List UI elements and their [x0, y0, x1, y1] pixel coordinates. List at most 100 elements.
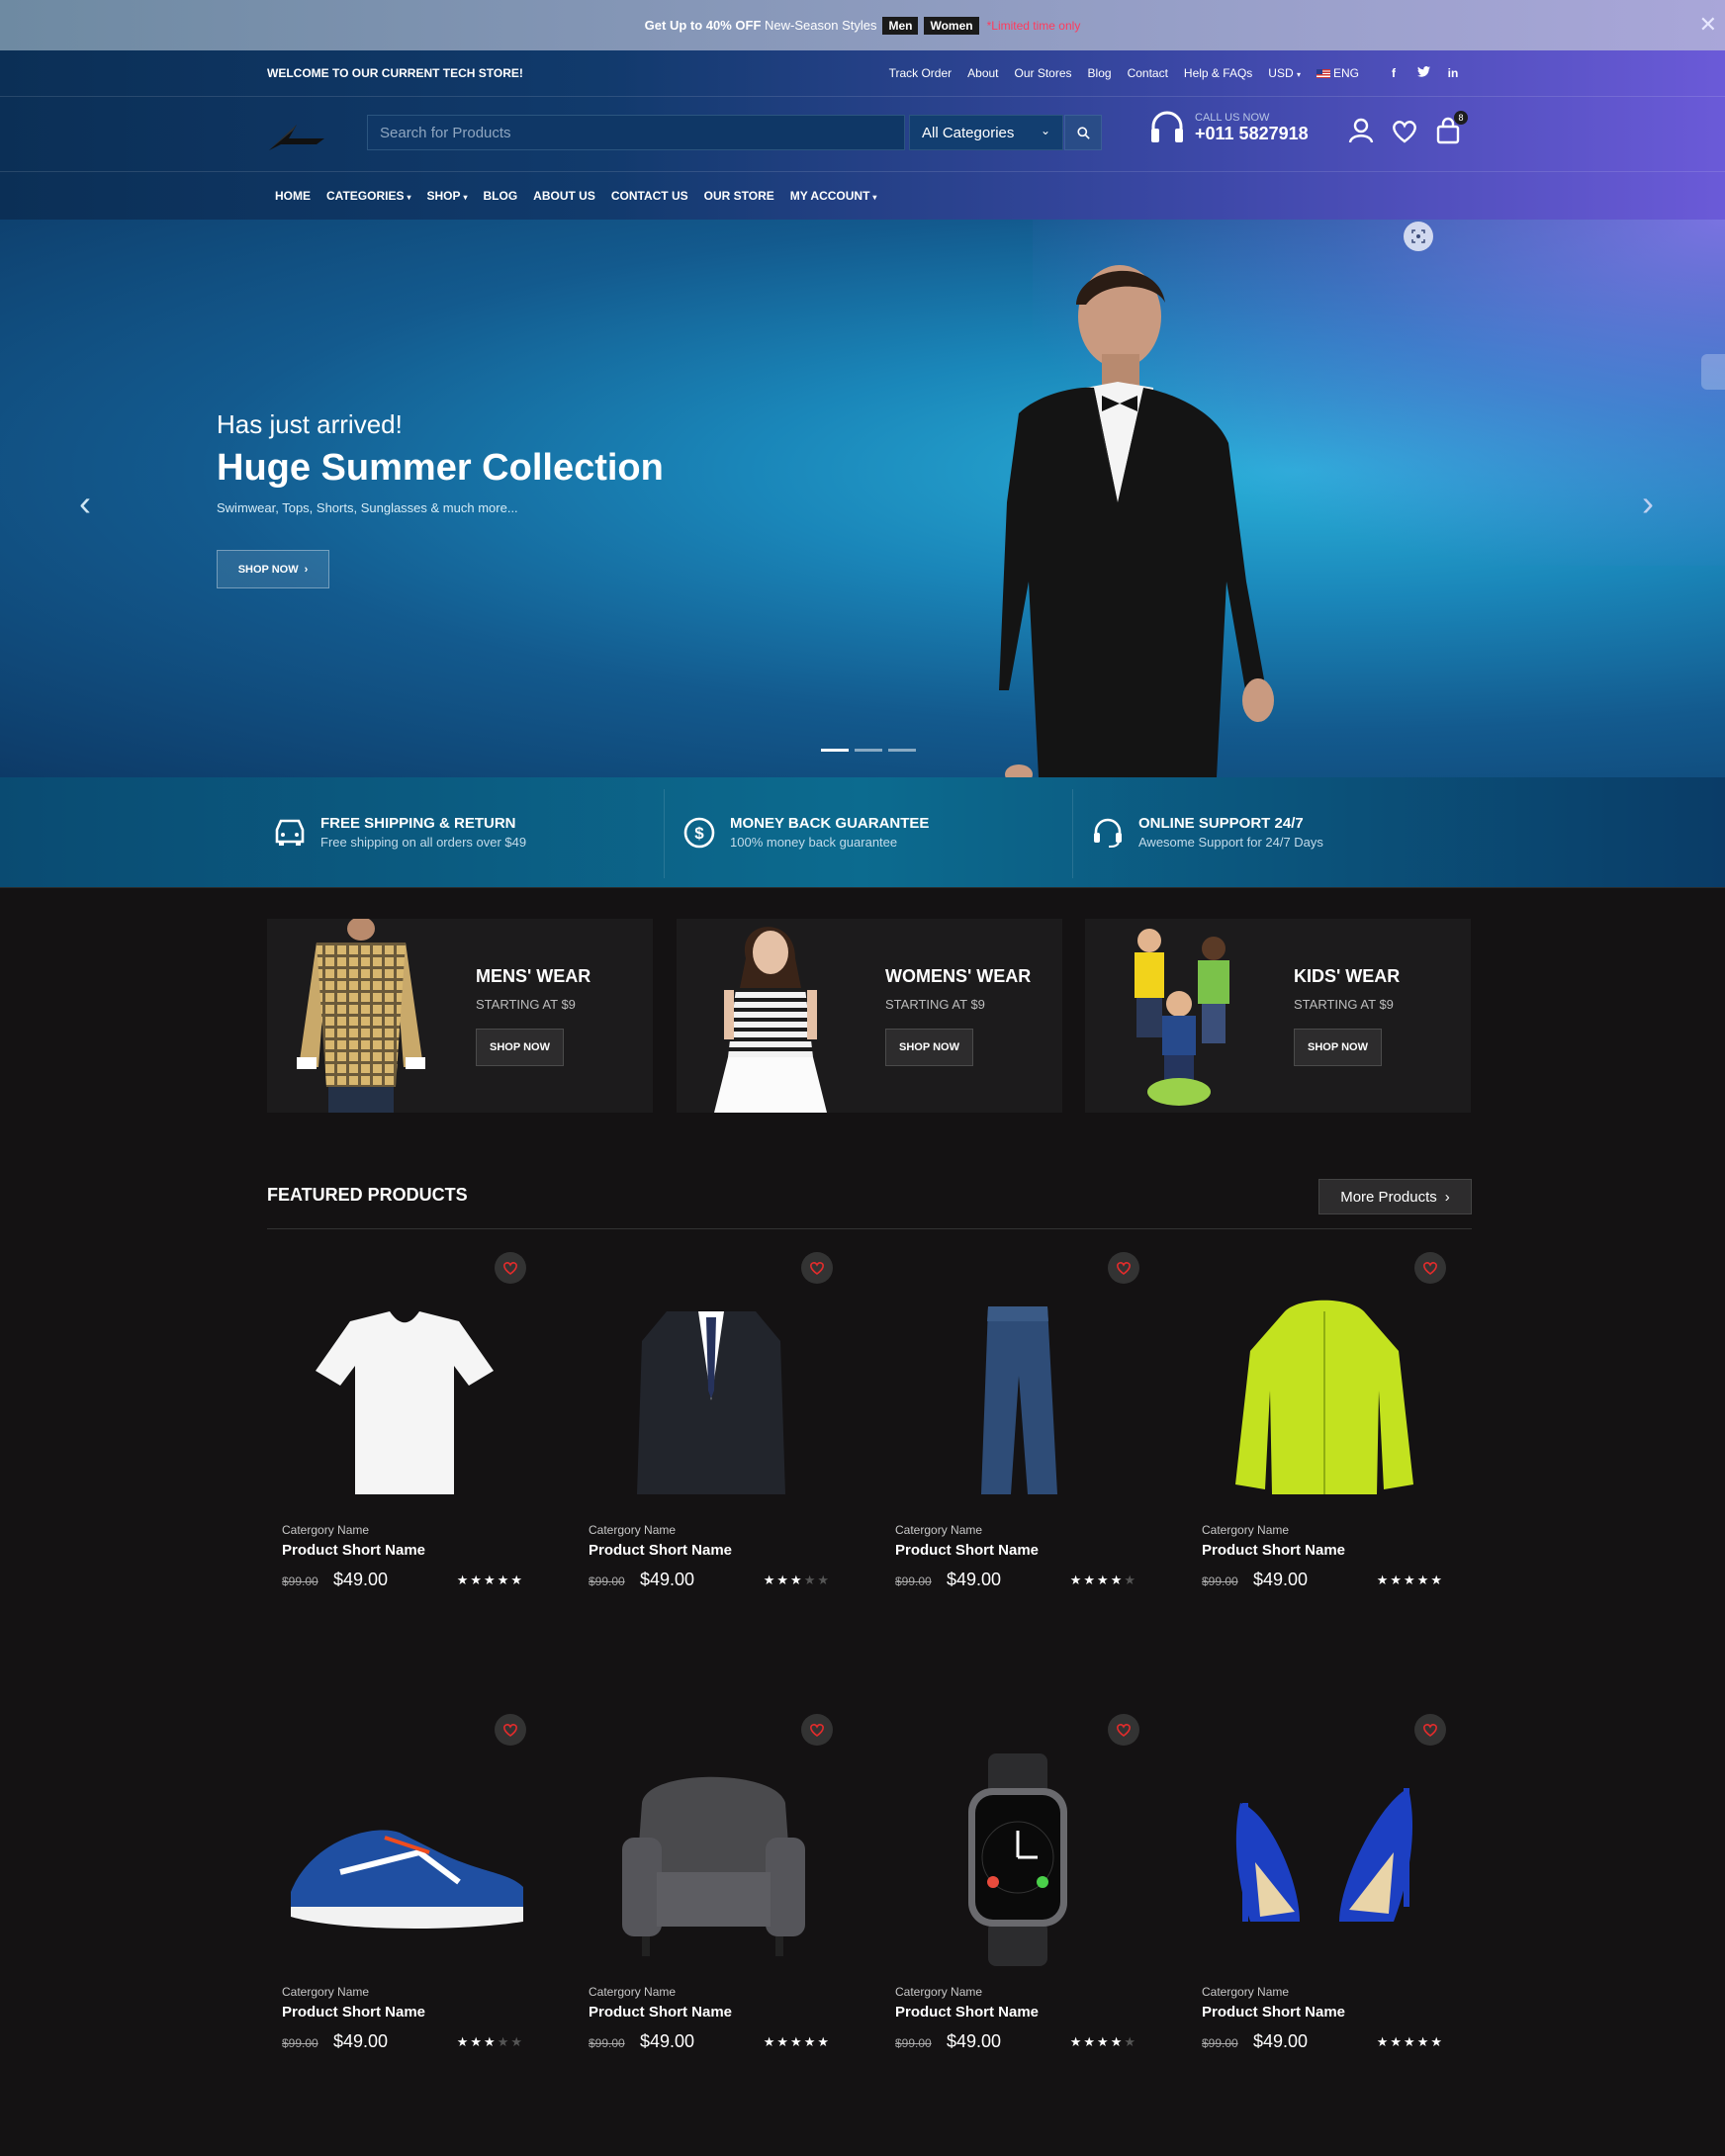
svg-text:$: $ [694, 824, 704, 843]
nav-shop-label: SHOP [426, 189, 461, 203]
add-to-wishlist-icon[interactable] [1108, 1252, 1139, 1284]
product-card[interactable]: Catergory Name Product Short Name $99.00 $4… [880, 1252, 1157, 1618]
slider-dot[interactable] [821, 749, 849, 752]
link-blog[interactable]: Blog [1088, 66, 1112, 80]
call-us[interactable]: CALL US NOW +011 5827918 [1149, 111, 1309, 144]
feature-desc: Awesome Support for 24/7 Days [1138, 835, 1323, 850]
category-shop-now-button[interactable]: SHOP NOW [1294, 1029, 1382, 1066]
category-shop-now-button[interactable]: SHOP NOW [476, 1029, 564, 1066]
slider-next-icon[interactable]: › [1642, 483, 1654, 524]
category-select[interactable]: All Categories ⌄ [909, 115, 1063, 150]
nav-shop[interactable]: SHOP ▾ [426, 189, 467, 203]
star-icon: ★ [790, 1572, 804, 1587]
add-to-wishlist-icon[interactable] [801, 1252, 833, 1284]
product-rating: ★★★★★ [1070, 2034, 1137, 2050]
product-name[interactable]: Product Short Name [282, 1542, 425, 1559]
close-icon[interactable]: ✕ [1699, 12, 1717, 38]
link-track-order[interactable]: Track Order [889, 66, 953, 80]
category-card-kids[interactable]: KIDS' WEAR STARTING AT $9 SHOP NOW [1085, 919, 1471, 1113]
product-card[interactable]: Catergory Name Product Short Name $99.00 $4… [1187, 1252, 1464, 1618]
search-input[interactable] [368, 116, 904, 149]
product-name[interactable]: Product Short Name [589, 2004, 732, 2021]
category-card-womens[interactable]: WOMENS' WEAR STARTING AT $9 SHOP NOW [677, 919, 1062, 1113]
logo-icon[interactable] [267, 115, 326, 154]
product-old-price: $99.00 [895, 1574, 932, 1588]
product-rating: ★★★★★ [1377, 1572, 1444, 1588]
product-card[interactable]: Catergory Name Product Short Name $99.00 $4… [574, 1714, 851, 2080]
category-card-mens[interactable]: MENS' WEAR STARTING AT $9 SHOP NOW [267, 919, 653, 1113]
search-button[interactable] [1064, 115, 1102, 150]
link-about[interactable]: About [967, 66, 998, 80]
linkedin-icon[interactable]: in [1446, 66, 1460, 80]
hero-shop-now-button[interactable]: SHOP NOW › [217, 550, 329, 588]
category-shop-now-button[interactable]: SHOP NOW [885, 1029, 973, 1066]
product-image[interactable] [588, 1282, 835, 1509]
slider-prev-icon[interactable]: ‹ [79, 483, 91, 524]
category-starting: STARTING AT $9 [476, 997, 576, 1012]
add-to-wishlist-icon[interactable] [1108, 1714, 1139, 1746]
top-links: Track Order About Our Stores Blog Contac… [889, 66, 1460, 80]
product-card[interactable]: Catergory Name Product Short Name $99.00 $4… [1187, 1714, 1464, 2080]
product-category: Catergory Name [282, 1985, 370, 1999]
product-image[interactable] [1201, 1282, 1448, 1509]
add-to-wishlist-icon[interactable] [495, 1714, 526, 1746]
more-products-button[interactable]: More Products › [1318, 1179, 1472, 1214]
nav-my-account[interactable]: MY ACCOUNT ▾ [790, 189, 877, 203]
cart-icon[interactable]: 8 [1434, 111, 1468, 144]
product-image[interactable] [894, 1282, 1141, 1509]
add-to-wishlist-icon[interactable] [1414, 1714, 1446, 1746]
product-name[interactable]: Product Short Name [1202, 2004, 1345, 2021]
nav-our-store[interactable]: OUR STORE [704, 189, 774, 203]
language-select[interactable]: ENG [1316, 66, 1359, 80]
facebook-icon[interactable]: f [1387, 66, 1401, 80]
product-card[interactable]: Catergory Name Product Short Name $99.00 $4… [267, 1252, 544, 1618]
link-contact[interactable]: Contact [1128, 66, 1168, 80]
nav-contact-us[interactable]: CONTACT US [611, 189, 688, 203]
slider-dot[interactable] [888, 749, 916, 752]
product-image[interactable] [1201, 1744, 1448, 1971]
men-tag[interactable]: Men [882, 16, 919, 35]
product-image[interactable] [588, 1744, 835, 1971]
link-our-stores[interactable]: Our Stores [1015, 66, 1072, 80]
currency-select[interactable]: USD ▾ [1268, 66, 1301, 80]
product-name[interactable]: Product Short Name [589, 1542, 732, 1559]
product-image[interactable] [281, 1282, 528, 1509]
nav-blog[interactable]: BLOG [484, 189, 518, 203]
add-to-wishlist-icon[interactable] [1414, 1252, 1446, 1284]
star-icon: ★ [1376, 2034, 1391, 2049]
product-card[interactable]: Catergory Name Product Short Name $99.00 $4… [574, 1252, 851, 1618]
more-products-label: More Products [1340, 1188, 1437, 1206]
add-to-wishlist-icon[interactable] [495, 1252, 526, 1284]
product-name[interactable]: Product Short Name [895, 1542, 1039, 1559]
product-old-price: $99.00 [282, 1574, 318, 1588]
add-to-wishlist-icon[interactable] [801, 1714, 833, 1746]
star-icon: ★ [497, 2034, 511, 2049]
scan-icon[interactable] [1404, 222, 1433, 251]
product-card[interactable]: Catergory Name Product Short Name $99.00 $4… [880, 1714, 1157, 2080]
link-help-faqs[interactable]: Help & FAQs [1184, 66, 1252, 80]
product-name[interactable]: Product Short Name [895, 2004, 1039, 2021]
product-name[interactable]: Product Short Name [1202, 1542, 1345, 1559]
star-icon: ★ [817, 1572, 831, 1587]
women-tag[interactable]: Women [924, 16, 979, 35]
twitter-icon[interactable] [1416, 66, 1430, 80]
divider [1072, 789, 1073, 878]
product-name[interactable]: Product Short Name [282, 2004, 425, 2021]
star-icon: ★ [470, 1572, 485, 1587]
star-icon: ★ [1124, 2034, 1137, 2049]
slider-dot[interactable] [855, 749, 882, 752]
feature-strip: FREE SHIPPING & RETURN Free shipping on … [0, 777, 1725, 888]
site-header: WELCOME TO OUR CURRENT TECH STORE! Track… [0, 50, 1725, 220]
nav-categories[interactable]: CATEGORIES ▾ [326, 189, 410, 203]
product-rating: ★★★★★ [457, 1572, 524, 1588]
account-icon[interactable] [1347, 117, 1375, 144]
product-image[interactable] [894, 1744, 1141, 1971]
feature-title: ONLINE SUPPORT 24/7 [1138, 815, 1304, 832]
product-card[interactable]: Catergory Name Product Short Name $99.00 $4… [267, 1714, 544, 2080]
product-image[interactable] [281, 1744, 528, 1971]
header-main: All Categories ⌄ CALL US NOW +011 582791… [0, 97, 1725, 172]
nav-about-us[interactable]: ABOUT US [533, 189, 595, 203]
settings-gear-icon[interactable] [1701, 354, 1725, 390]
wishlist-icon[interactable] [1391, 117, 1418, 144]
nav-home[interactable]: HOME [275, 189, 311, 203]
